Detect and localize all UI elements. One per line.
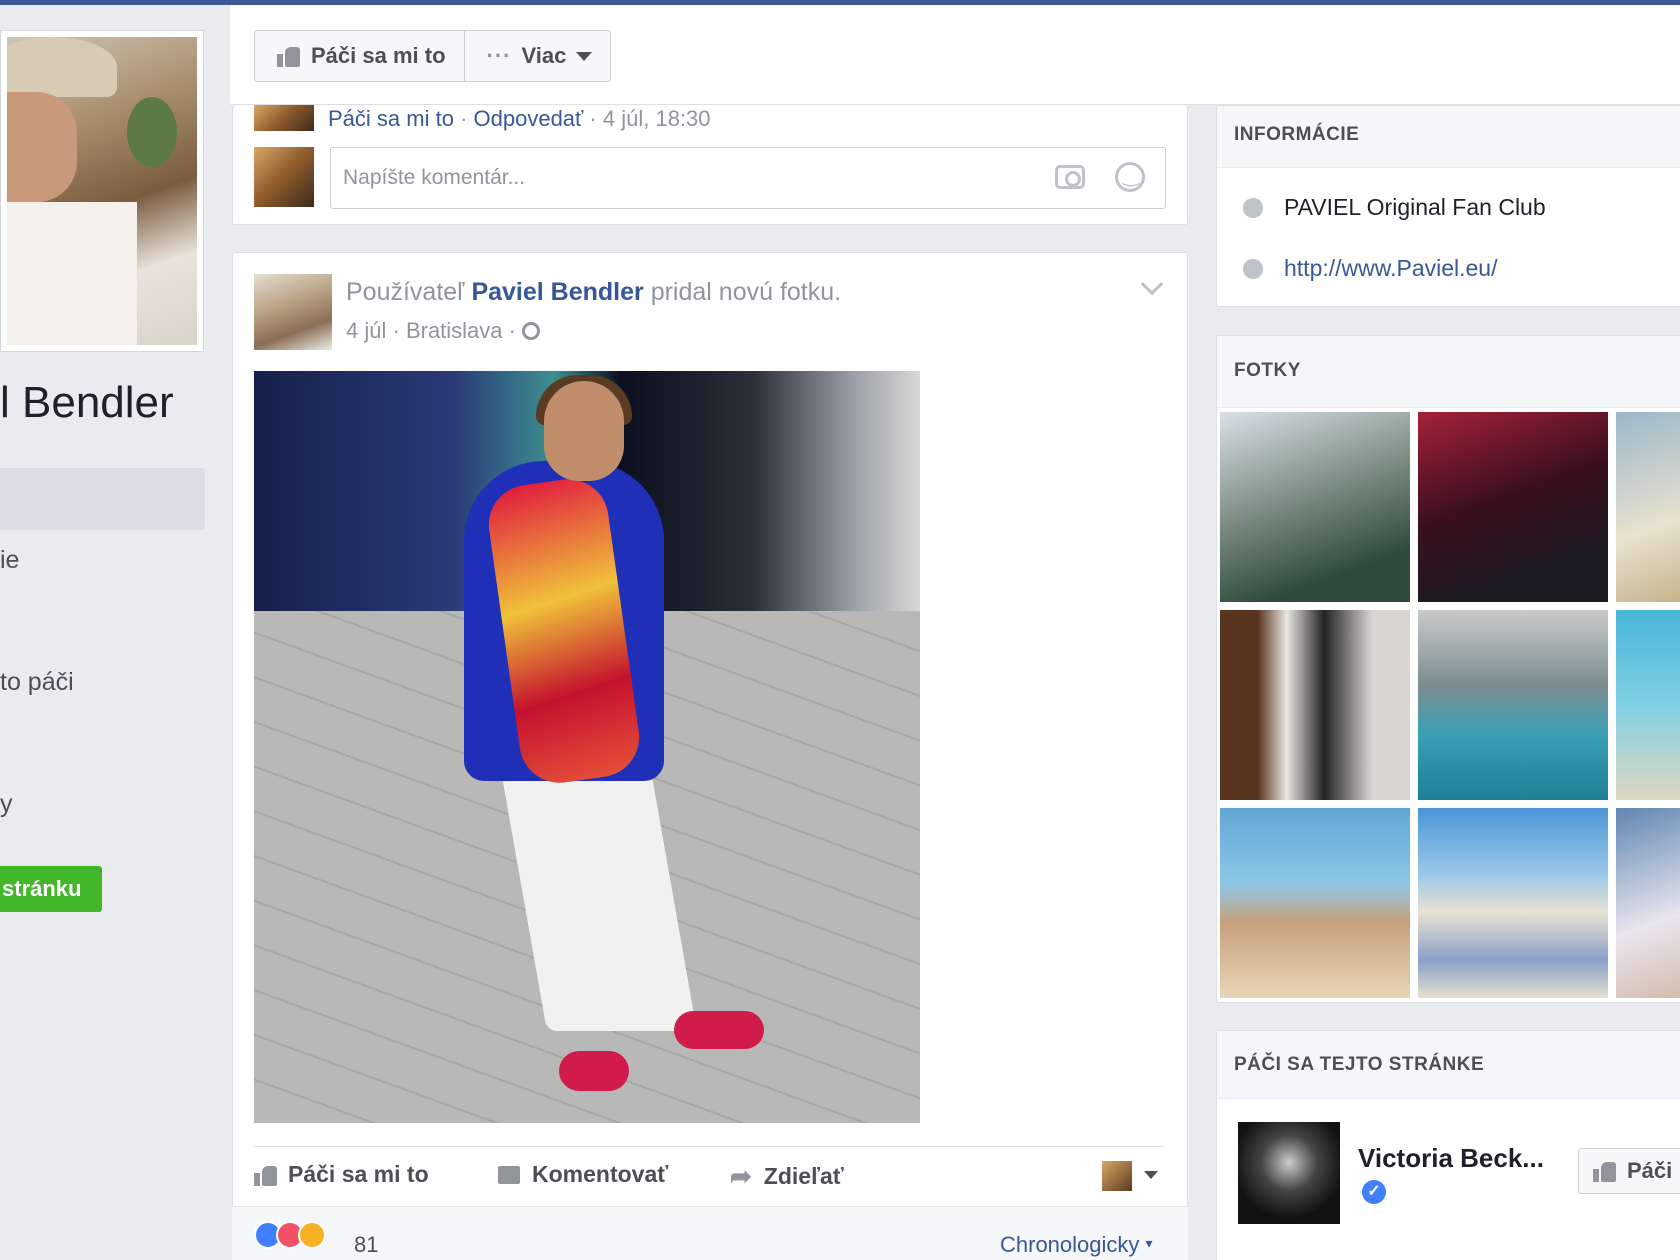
camera-icon[interactable] (1055, 165, 1085, 189)
caret-down-icon[interactable] (1144, 1171, 1158, 1179)
globe-icon (522, 322, 541, 340)
comment-input[interactable]: Napíšte komentár... (330, 147, 1166, 209)
page-title: l Bendler (0, 378, 174, 427)
emoji-icon[interactable] (1115, 162, 1145, 192)
post-photo[interactable] (254, 371, 920, 1123)
photo-thumbnail[interactable] (1616, 808, 1680, 998)
liked-pages-title: PÁČI SA TEJTO STRÁNKE (1234, 1054, 1485, 1075)
comment-icon (498, 1165, 520, 1184)
liked-page-avatar[interactable] (1238, 1122, 1340, 1224)
info-icon (1243, 198, 1263, 218)
website-link[interactable]: http://www.Paviel.eu/ (1284, 255, 1498, 282)
left-nav-item[interactable]: y (0, 790, 13, 819)
more-button[interactable]: ··· Viac (463, 31, 611, 81)
verified-badge-icon: ✓ (1362, 1180, 1386, 1204)
caret-down-icon (576, 51, 593, 61)
more-dots-icon: ··· (486, 43, 512, 68)
liked-page-name[interactable]: Victoria Beck... (1358, 1143, 1544, 1174)
thumbs-up-icon (254, 1164, 278, 1186)
post-share-label: Zdieľať (763, 1163, 844, 1189)
post-date[interactable]: 4 júl (346, 318, 386, 343)
commenter-avatar[interactable] (254, 105, 314, 131)
post-like-label: Páči sa mi to (288, 1161, 429, 1187)
comment-timestamp[interactable]: 4 júl, 18:30 (603, 106, 711, 131)
post-share-button[interactable]: ➦ Zdieľať (730, 1161, 844, 1192)
left-nav-item[interactable]: to páči (0, 668, 74, 697)
post-comment-button[interactable]: Komentovať (498, 1161, 668, 1188)
page-like-button[interactable]: Páči sa mi to (255, 31, 464, 81)
photo-thumbnail[interactable] (1220, 808, 1410, 998)
post-suffix: pridal novú fotku. (650, 278, 842, 306)
thumbs-up-icon (1593, 1160, 1617, 1182)
comment-placeholder: Napíšte komentár... (343, 166, 526, 189)
like-page-button[interactable]: stránku (0, 866, 102, 912)
page-like-label: Páči sa mi to (311, 43, 446, 68)
photo-thumbnail[interactable] (1418, 808, 1608, 998)
photo-grid (1220, 412, 1680, 1002)
post-action-bar: Páči sa mi to Komentovať ➦ Zdieľať (254, 1146, 1164, 1206)
share-arrow-icon: ➦ (730, 1161, 752, 1191)
page-actions: Páči sa mi to ··· Viac (254, 30, 612, 82)
post-location[interactable]: Bratislava (406, 318, 503, 343)
thumbs-up-icon (277, 45, 301, 67)
post-author-avatar[interactable] (254, 274, 332, 350)
post-author-link[interactable]: Paviel Bendler (471, 278, 643, 306)
photo-thumbnail[interactable] (1616, 610, 1680, 800)
liked-page-like-label: Páči (1627, 1158, 1673, 1183)
photo-thumbnail[interactable] (1418, 412, 1608, 602)
post-as-avatar[interactable] (1102, 1161, 1132, 1191)
more-label: Viac (521, 43, 567, 68)
post-comment-label: Komentovať (532, 1161, 669, 1187)
comment-sort-dropdown[interactable]: Chronologicky ▾ (1000, 1232, 1153, 1258)
about-text: PAVIEL Original Fan Club (1284, 194, 1546, 220)
profile-photo (7, 37, 197, 345)
current-user-avatar (254, 147, 314, 207)
photo-thumbnail[interactable] (1616, 412, 1680, 602)
reaction-count[interactable]: 81 (354, 1232, 378, 1258)
photo-thumbnail[interactable] (1220, 610, 1410, 800)
comment-reply-link[interactable]: Odpovedať (474, 106, 584, 131)
caret-down-icon: ▾ (1145, 1235, 1153, 1251)
left-nav-active-item[interactable] (0, 468, 205, 530)
comment-meta: Páči sa mi to · Odpovedať · 4 júl, 18:30 (328, 106, 711, 131)
globe-icon (1243, 259, 1263, 279)
left-nav-item[interactable]: ie (0, 546, 19, 575)
post-subline: 4 júl · Bratislava · (346, 318, 541, 344)
comment-like-link[interactable]: Páči sa mi to (328, 106, 454, 131)
wow-reaction-icon[interactable] (298, 1221, 326, 1249)
photo-thumbnail[interactable] (1220, 412, 1410, 602)
post-like-button[interactable]: Páči sa mi to (254, 1161, 429, 1188)
sort-label: Chronologicky (1000, 1232, 1140, 1257)
profile-picture[interactable] (0, 30, 204, 352)
post-header: Používateľ Paviel Bendler pridal novú fo… (346, 278, 841, 307)
photos-title: FOTKY (1234, 360, 1301, 381)
liked-page-like-button[interactable]: Páči (1578, 1148, 1680, 1194)
photo-thumbnail[interactable] (1418, 610, 1608, 800)
info-title: INFORMÁCIE (1234, 124, 1360, 145)
post-prefix: Používateľ (346, 278, 465, 306)
